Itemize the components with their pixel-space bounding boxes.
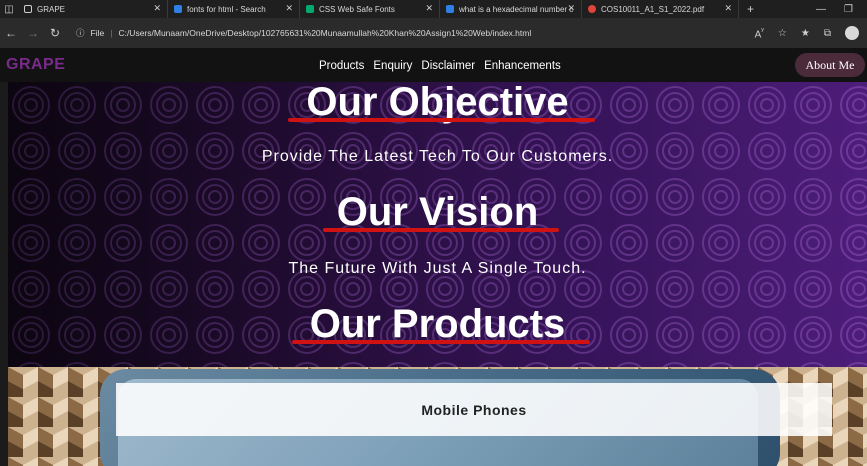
pdf-icon xyxy=(588,5,596,13)
address-url: C:/Users/Munaam/OneDrive/Desktop/1027656… xyxy=(118,28,532,38)
tab-actions-icon[interactable]: ◫ xyxy=(0,0,18,18)
vision-text: The Future With Just A Single Touch. xyxy=(288,260,587,277)
minimize-icon[interactable]: — xyxy=(816,4,826,15)
products-underline xyxy=(292,340,590,344)
tab-label: what is a hexadecimal number c xyxy=(459,4,574,14)
tab-label: fonts for html - Search xyxy=(187,4,266,14)
objective-underline xyxy=(288,118,595,122)
info-icon: ⓘ xyxy=(76,28,85,38)
tab-label: GRAPE xyxy=(37,4,66,14)
browser-tab-pdf[interactable]: COS10011_A1_S1_2022.pdf ✕ xyxy=(582,0,739,18)
nav-link-enquiry[interactable]: Enquiry xyxy=(373,60,412,72)
toolbar-right-icons: Aʸ ☆ ★ ⧉ xyxy=(755,22,859,44)
restore-icon[interactable]: ❐ xyxy=(844,4,853,15)
nav-link-disclaimer[interactable]: Disclaimer xyxy=(421,60,475,72)
window-controls: — ❐ xyxy=(816,0,867,18)
new-tab-icon[interactable]: + xyxy=(739,2,762,16)
tab-label: CSS Web Safe Fonts xyxy=(319,4,395,14)
main-nav: Products Enquiry Disclaimer Enhancements xyxy=(319,60,561,72)
address-bar[interactable]: ⓘ File | C:/Users/Munaam/OneDrive/Deskto… xyxy=(70,22,750,44)
about-me-button[interactable]: About Me xyxy=(795,53,865,77)
profile-icon[interactable] xyxy=(845,26,859,40)
site-header: GRAPE Products Enquiry Disclaimer Enhanc… xyxy=(0,48,867,82)
browser-tab-strip: ◫ GRAPE ✕ fonts for html - Search ✕ CSS … xyxy=(0,0,867,18)
read-aloud-icon[interactable]: Aʸ xyxy=(755,25,764,40)
favorites-icon[interactable]: ★ xyxy=(801,28,810,39)
page-icon xyxy=(24,5,32,13)
browser-tab-hex[interactable]: what is a hexadecimal number c ✕ xyxy=(440,0,582,18)
forward-icon[interactable]: → xyxy=(22,22,44,44)
objective-text: Provide The Latest Tech To Our Customers… xyxy=(261,148,614,165)
products-section: Mobile Phones xyxy=(8,367,867,466)
bing-icon xyxy=(174,5,182,13)
address-divider: | xyxy=(110,28,113,38)
product-card-label: Mobile Phones xyxy=(421,401,527,418)
browser-toolbar: ← → ↻ ⓘ File | C:/Users/Munaam/OneDrive/… xyxy=(0,18,867,48)
close-icon[interactable]: ✕ xyxy=(724,3,732,14)
nav-link-enhancements[interactable]: Enhancements xyxy=(484,60,561,72)
close-icon[interactable]: ✕ xyxy=(153,3,161,14)
vision-underline xyxy=(323,228,559,232)
browser-tab-css-fonts[interactable]: CSS Web Safe Fonts ✕ xyxy=(300,0,440,18)
back-icon[interactable]: ← xyxy=(0,22,22,44)
w3schools-icon xyxy=(306,5,314,13)
hero-section: Our Objective Provide The Latest Tech To… xyxy=(8,82,867,367)
nav-link-products[interactable]: Products xyxy=(319,60,364,72)
bing-icon xyxy=(446,5,454,13)
address-prefix: File xyxy=(90,28,105,38)
site-logo[interactable]: GRAPE xyxy=(6,56,65,74)
close-icon[interactable]: ✕ xyxy=(567,3,575,14)
close-icon[interactable]: ✕ xyxy=(285,3,293,14)
collections-icon[interactable]: ⧉ xyxy=(824,28,831,39)
browser-tab-grape[interactable]: GRAPE ✕ xyxy=(18,0,168,18)
product-card[interactable]: Mobile Phones xyxy=(116,383,832,436)
browser-tab-search[interactable]: fonts for html - Search ✕ xyxy=(168,0,300,18)
tab-label: COS10011_A1_S1_2022.pdf xyxy=(601,4,705,14)
reload-icon[interactable]: ↻ xyxy=(44,22,66,44)
add-favorite-icon[interactable]: ☆ xyxy=(778,28,787,39)
close-icon[interactable]: ✕ xyxy=(425,3,433,14)
